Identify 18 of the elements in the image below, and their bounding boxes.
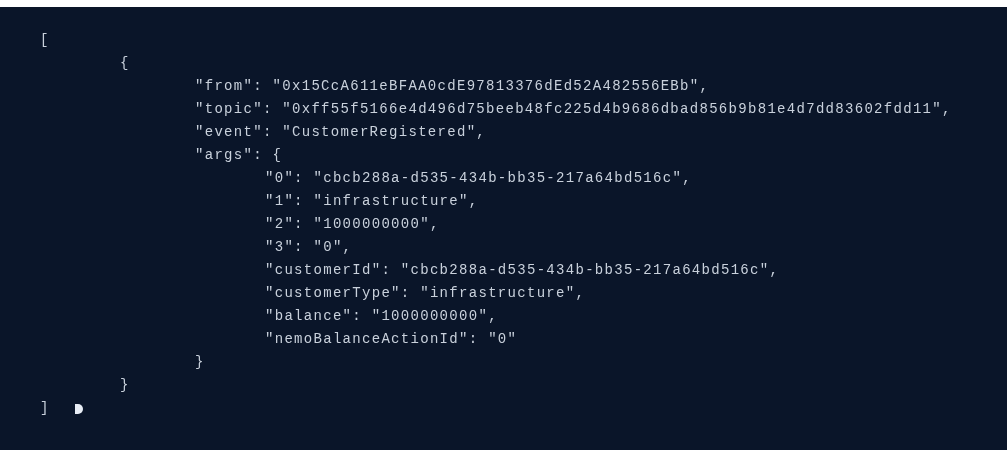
cursor-icon	[73, 402, 84, 415]
code-line: "args": {	[195, 146, 283, 165]
code-line: "event": "CustomerRegistered",	[195, 123, 487, 142]
code-line: "0": "cbcb288a-d535-434b-bb35-217a64bd516c",	[265, 169, 692, 188]
code-line: "nemoBalanceActionId": "0"	[265, 330, 518, 349]
code-line: }	[195, 353, 205, 372]
code-line: [	[40, 31, 50, 50]
code-line: }	[120, 376, 130, 395]
code-line: "2": "1000000000",	[265, 215, 440, 234]
code-line: "from": "0x15CcA611eBFAA0cdE97813376dEd52A482556EBb",	[195, 77, 710, 96]
code-line: "3": "0",	[265, 238, 353, 257]
code-line: "balance": "1000000000",	[265, 307, 498, 326]
code-line: "1": "infrastructure",	[265, 192, 479, 211]
code-line: ]	[40, 399, 50, 418]
code-line: "customerType": "infrastructure",	[265, 284, 586, 303]
code-line: "topic": "0xff55f5166e4d496d75beeb48fc225d4b9686dbad856b9b81e4d7dd83602fdd11",	[195, 100, 952, 119]
code-line: "customerId": "cbcb288a-d535-434b-bb35-217a64bd516c",	[265, 261, 780, 280]
code-line: {	[120, 54, 130, 73]
